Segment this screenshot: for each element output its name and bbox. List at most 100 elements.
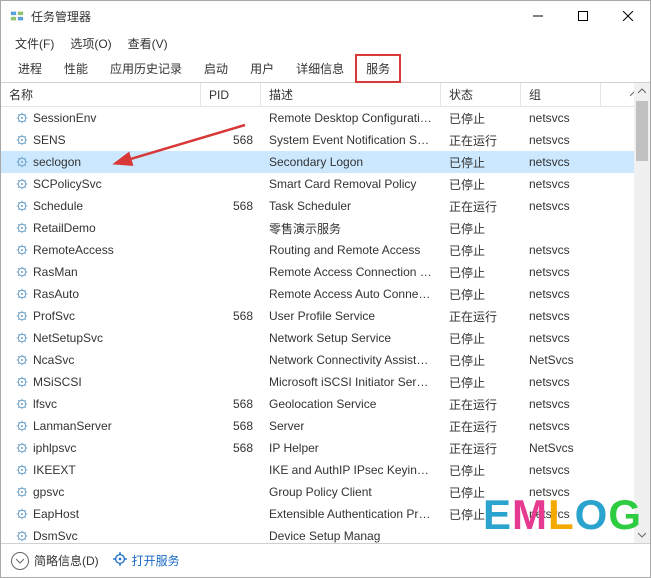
minimize-button[interactable] <box>515 1 560 31</box>
tab-性能[interactable]: 性能 <box>53 54 99 83</box>
table-row[interactable]: ProfSvc568User Profile Service正在运行netsvc… <box>1 305 650 327</box>
maximize-button[interactable] <box>560 1 605 31</box>
service-name: iphlpsvc <box>33 441 76 455</box>
gear-icon <box>15 287 29 301</box>
service-name: Schedule <box>33 199 83 213</box>
service-status: 已停止 <box>441 264 521 281</box>
service-desc: IKE and AuthIP IPsec Keying M... <box>261 463 441 477</box>
service-status: 已停止 <box>441 220 521 237</box>
scroll-up-button[interactable] <box>634 83 650 99</box>
service-name: EapHost <box>33 507 79 521</box>
gear-icon <box>15 397 29 411</box>
service-group: netsvcs <box>521 309 601 323</box>
open-services-button[interactable]: 打开服务 <box>113 552 180 569</box>
service-group: netsvcs <box>521 155 601 169</box>
gear-icon <box>15 441 29 455</box>
service-status: 已停止 <box>441 242 521 259</box>
menu-item-0[interactable]: 文件(F) <box>7 33 62 54</box>
table-row[interactable]: RemoteAccess Routing and Remote Access已停止… <box>1 239 650 261</box>
service-desc: Routing and Remote Access <box>261 243 441 257</box>
brief-info-button[interactable]: 简略信息(D) <box>11 552 99 570</box>
gear-icon <box>15 529 29 543</box>
service-group: netsvcs <box>521 397 601 411</box>
menu-item-2[interactable]: 查看(V) <box>120 33 176 54</box>
watermark-logo: EMLOG <box>483 491 642 539</box>
service-desc: Secondary Logon <box>261 155 441 169</box>
table-row[interactable]: Schedule568Task Scheduler正在运行netsvcs <box>1 195 650 217</box>
service-desc: IP Helper <box>261 441 441 455</box>
service-name: MSiSCSI <box>33 375 82 389</box>
table-row[interactable]: seclogonSecondary Logon已停止netsvcs <box>1 151 650 173</box>
titlebar: 任务管理器 <box>1 1 650 31</box>
service-group: netsvcs <box>521 265 601 279</box>
service-group: netsvcs <box>521 111 601 125</box>
service-desc: Microsoft iSCSI Initiator Service <box>261 375 441 389</box>
tab-用户[interactable]: 用户 <box>239 54 285 83</box>
tab-服务[interactable]: 服务 <box>355 54 401 83</box>
window-controls <box>515 1 650 31</box>
service-name: RemoteAccess <box>33 243 114 257</box>
service-pid: 568 <box>201 397 261 411</box>
table-row[interactable]: LanmanServer568Server正在运行netsvcs <box>1 415 650 437</box>
service-pid: 568 <box>201 419 261 433</box>
tab-启动[interactable]: 启动 <box>193 54 239 83</box>
service-name: DsmSvc <box>33 529 78 543</box>
column-header-status[interactable]: 状态 <box>441 83 521 106</box>
service-status: 正在运行 <box>441 396 521 413</box>
service-group: netsvcs <box>521 177 601 191</box>
vertical-scrollbar[interactable] <box>634 83 650 543</box>
table-row[interactable]: RasManRemote Access Connection Ma...已停止n… <box>1 261 650 283</box>
service-name: SENS <box>33 133 66 147</box>
column-header-desc[interactable]: 描述 <box>261 83 441 106</box>
table-row[interactable]: SCPolicySvcSmart Card Removal Policy已停止n… <box>1 173 650 195</box>
service-desc: User Profile Service <box>261 309 441 323</box>
table-row[interactable]: SENS568System Event Notification Servi..… <box>1 129 650 151</box>
service-pid: 568 <box>201 133 261 147</box>
service-status: 正在运行 <box>441 132 521 149</box>
table-row[interactable]: MSiSCSI Microsoft iSCSI Initiator Service… <box>1 371 650 393</box>
close-button[interactable] <box>605 1 650 31</box>
table-row[interactable]: SessionEnvRemote Desktop Configuration已停… <box>1 107 650 129</box>
service-status: 已停止 <box>441 176 521 193</box>
service-group: netsvcs <box>521 287 601 301</box>
table-row[interactable]: NetSetupSvcNetwork Setup Service已停止netsv… <box>1 327 650 349</box>
window: 任务管理器 文件(F)选项(O)查看(V) 进程性能应用历史记录启动用户详细信息… <box>0 0 651 578</box>
service-desc: Remote Access Auto Connectio... <box>261 287 441 301</box>
column-header-name[interactable]: 名称 <box>1 83 201 106</box>
statusbar: 简略信息(D) 打开服务 <box>1 543 650 577</box>
tab-详细信息[interactable]: 详细信息 <box>285 54 355 83</box>
service-name: NcaSvc <box>33 353 74 367</box>
tab-应用历史记录[interactable]: 应用历史记录 <box>99 54 193 83</box>
gear-icon <box>15 155 29 169</box>
gear-icon <box>15 111 29 125</box>
service-desc: Server <box>261 419 441 433</box>
service-pid: 568 <box>201 309 261 323</box>
table-row[interactable]: IKEEXT IKE and AuthIP IPsec Keying M...已停… <box>1 459 650 481</box>
service-status: 已停止 <box>441 462 521 479</box>
service-desc: Smart Card Removal Policy <box>261 177 441 191</box>
menubar: 文件(F)选项(O)查看(V) <box>1 31 650 55</box>
service-desc: Group Policy Client <box>261 485 441 499</box>
service-status: 正在运行 <box>441 440 521 457</box>
service-desc: Device Setup Manag <box>261 529 441 543</box>
service-desc: Extensible Authentication Proto... <box>261 507 441 521</box>
column-header-group[interactable]: 组 <box>521 83 601 106</box>
scrollbar-thumb[interactable] <box>636 101 648 161</box>
service-desc: Network Setup Service <box>261 331 441 345</box>
table-row[interactable]: iphlpsvc568IP Helper正在运行NetSvcs <box>1 437 650 459</box>
service-name: gpsvc <box>33 485 64 499</box>
column-header-pid[interactable]: PID <box>201 83 261 106</box>
service-name: seclogon <box>33 155 81 169</box>
gear-icon <box>15 221 29 235</box>
service-status: 已停止 <box>441 352 521 369</box>
table-row[interactable]: RetailDemo零售演示服务已停止 <box>1 217 650 239</box>
table-row[interactable]: RasAutoRemote Access Auto Connectio...已停… <box>1 283 650 305</box>
service-name: IKEEXT <box>33 463 76 477</box>
table-row[interactable]: lfsvc568Geolocation Service正在运行netsvcs <box>1 393 650 415</box>
tab-进程[interactable]: 进程 <box>7 54 53 83</box>
service-group: netsvcs <box>521 331 601 345</box>
window-title: 任务管理器 <box>31 8 515 25</box>
table-row[interactable]: NcaSvcNetwork Connectivity Assistant已停止N… <box>1 349 650 371</box>
service-pid: 568 <box>201 199 261 213</box>
menu-item-1[interactable]: 选项(O) <box>62 33 119 54</box>
